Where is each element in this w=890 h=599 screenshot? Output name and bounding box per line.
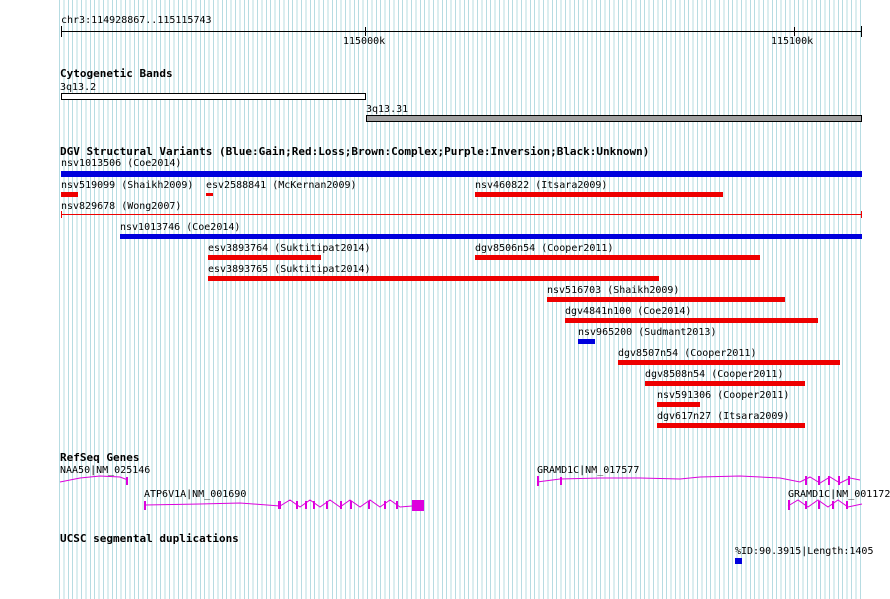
gene-GRAMD1C-NM_017577[interactable] <box>536 475 861 486</box>
segdup-label: %ID:90.3915|Length:1405 <box>735 546 874 557</box>
refseq-gene-models <box>59 475 863 511</box>
segdup-track-title: UCSC segmental duplications <box>60 532 239 545</box>
genome-browser-view[interactable]: chr3:114928867..115115743 115000k 115100… <box>0 0 890 599</box>
gene-ATP6V1A[interactable] <box>144 499 424 511</box>
gene-GRAMD1C-NM_001172[interactable] <box>787 499 863 510</box>
gene-NAA50[interactable] <box>59 475 129 485</box>
segdup-feature[interactable] <box>735 558 742 564</box>
